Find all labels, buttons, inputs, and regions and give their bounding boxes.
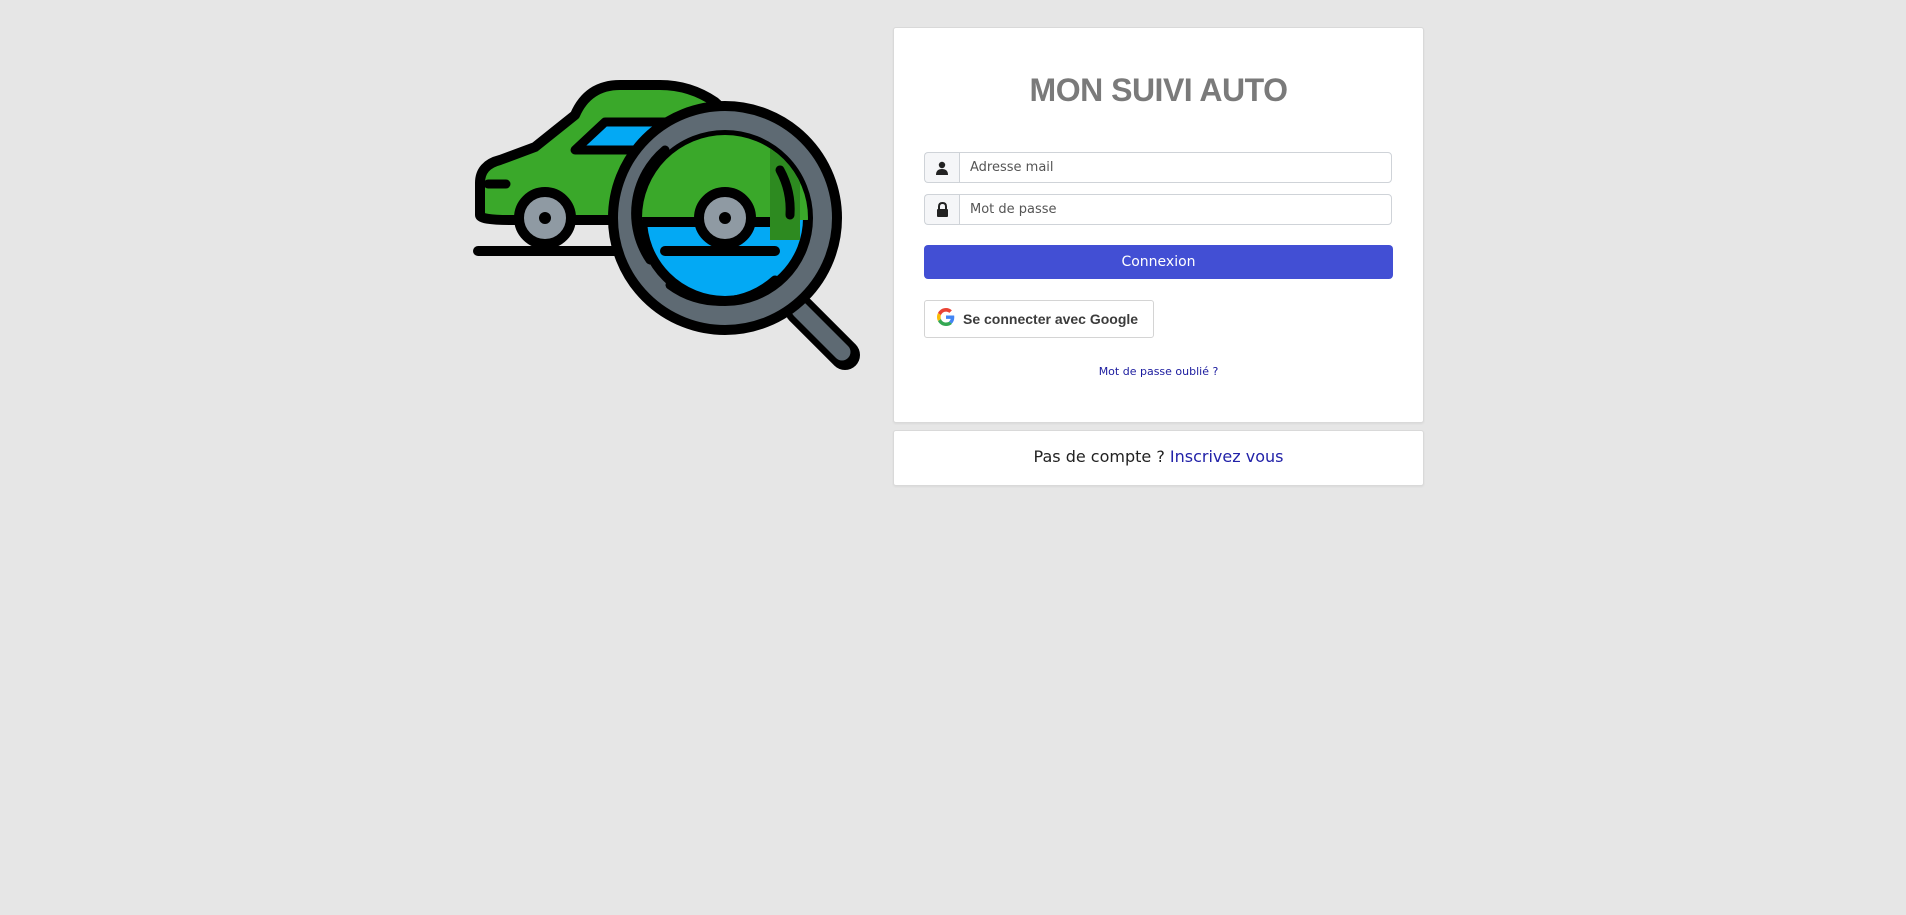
signup-line: Pas de compte ? Inscrivez vous	[894, 447, 1423, 466]
password-input-group	[924, 194, 1392, 225]
forgot-password-link[interactable]: Mot de passe oublié ?	[894, 365, 1423, 378]
user-icon	[924, 152, 959, 183]
google-g-icon	[937, 308, 955, 330]
signup-prompt: Pas de compte ?	[1033, 447, 1170, 466]
signup-link[interactable]: Inscrivez vous	[1170, 447, 1284, 466]
email-input-group	[924, 152, 1392, 183]
google-signin-button[interactable]: Se connecter avec Google	[924, 300, 1154, 338]
password-input[interactable]	[959, 194, 1392, 225]
app-title: MON SUIVI AUTO	[1029, 72, 1288, 108]
login-card: MON SUIVI AUTO Connexion	[893, 27, 1424, 423]
google-signin-label: Se connecter avec Google	[963, 311, 1139, 327]
connexion-button[interactable]: Connexion	[924, 245, 1393, 279]
car-magnifier-logo-icon	[470, 80, 875, 376]
lock-icon	[924, 194, 959, 225]
email-input[interactable]	[959, 152, 1392, 183]
signup-card: Pas de compte ? Inscrivez vous	[893, 430, 1424, 486]
